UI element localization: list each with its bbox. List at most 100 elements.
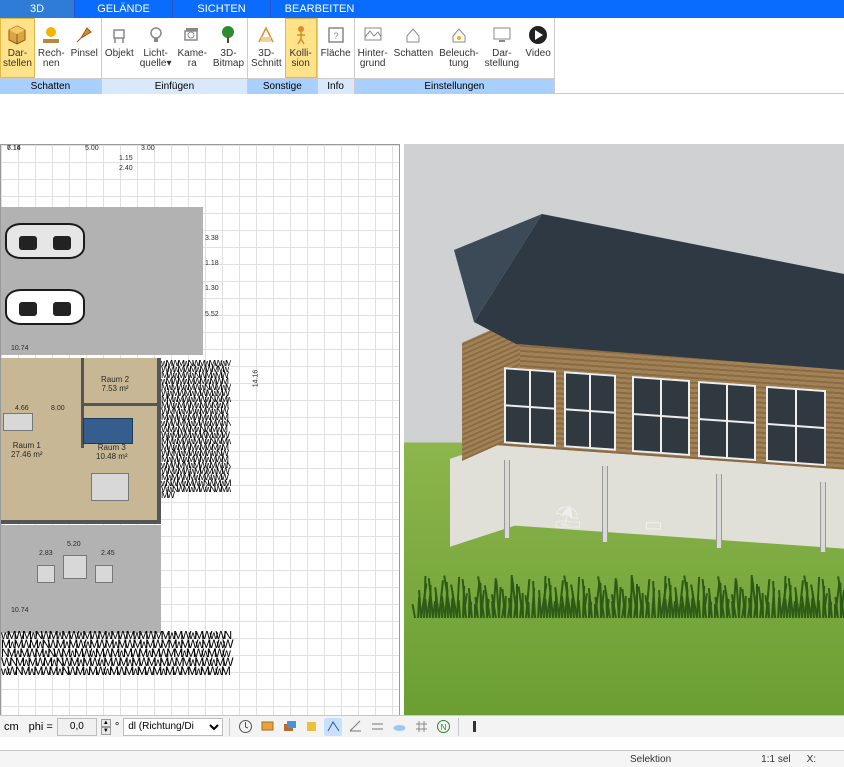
render-3d-viewport[interactable]: ⛱ ▭ xyxy=(404,144,844,718)
objekt-label: Objekt xyxy=(105,49,134,59)
plan-terrace xyxy=(1,525,161,633)
area-icon: ? xyxy=(323,22,349,48)
plan-patio-table xyxy=(63,555,87,579)
bitmap-button[interactable]: 3D- Bitmap xyxy=(210,18,247,78)
layers-icon[interactable] xyxy=(280,718,298,736)
tab-gelaende[interactable]: GELÄNDE xyxy=(74,0,172,18)
dim-label: 7.14 xyxy=(7,145,21,152)
dim-label: 10.74 xyxy=(11,345,29,352)
plan-patio-chair xyxy=(95,565,113,583)
dim-label: 5.00 xyxy=(85,145,99,152)
video-label: Video xyxy=(525,49,550,59)
section-icon xyxy=(253,22,279,48)
info-icon[interactable] xyxy=(465,718,483,736)
snap-ortho-icon[interactable] xyxy=(324,718,342,736)
dim-label: 2.40 xyxy=(119,165,133,172)
north-icon[interactable]: N xyxy=(434,718,452,736)
kamera-button[interactable]: Kame- ra xyxy=(174,18,209,78)
ribbon-group-info: ? Fläche Info xyxy=(318,18,355,94)
house-shadow-icon xyxy=(400,22,426,48)
hintergrund-label: Hinter- grund xyxy=(358,49,388,69)
flaeche-button[interactable]: ? Fläche xyxy=(318,18,354,78)
dim-label: 2.83 xyxy=(39,550,53,557)
status-bar: cm phi = ▲▼ ° dl (Richtung/Di N xyxy=(0,715,844,737)
render-window xyxy=(698,381,756,461)
brush-icon xyxy=(71,22,97,48)
snap-angle-icon[interactable] xyxy=(346,718,364,736)
beleuchtung-label: Beleuch- tung xyxy=(439,49,478,69)
tab-strip: 3D GELÄNDE SICHTEN BEARBEITEN xyxy=(0,0,844,18)
darstellung-button[interactable]: Dar- stellung xyxy=(482,18,522,78)
dim-label: 10.74 xyxy=(11,607,29,614)
tree-icon xyxy=(215,22,241,48)
render-patio-table: ▭ xyxy=(644,512,663,537)
stack-icon[interactable] xyxy=(302,718,320,736)
lichtquelle-button[interactable]: Licht- quelle▾ xyxy=(137,18,175,78)
sonstige-group-label: Sonstige xyxy=(248,78,317,94)
kamera-label: Kame- ra xyxy=(177,49,206,69)
divider xyxy=(229,718,230,736)
render-window xyxy=(632,376,690,456)
plane-icon[interactable] xyxy=(390,718,408,736)
tab-3d[interactable]: 3D xyxy=(0,0,74,18)
room-2-label: Raum 2 7.53 m² xyxy=(101,375,129,393)
ribbon-group-einfuegen: Objekt Licht- quelle▾ Kame- ra 3D- Bitma… xyxy=(102,18,248,94)
ribbon: Dar- stellen Rech- nen Pinsel Schatten O… xyxy=(0,18,844,94)
schnitt-button[interactable]: 3D- Schnitt xyxy=(248,18,285,78)
ribbon-group-einstellungen: Hinter- grund Schatten Beleuch- tung Dar… xyxy=(355,18,555,94)
pinsel-label: Pinsel xyxy=(71,49,98,59)
plan-hedge: wMWMwNWMwMWwMWMwMWMwMWMMwMWwMWwNWMwMWwMW… xyxy=(161,360,231,630)
unit-label: cm xyxy=(4,721,19,733)
plan-wall xyxy=(81,403,161,406)
direction-dropdown[interactable]: dl (Richtung/Di xyxy=(123,718,223,736)
monitor-icon xyxy=(489,22,515,48)
snap-para-icon[interactable] xyxy=(368,718,386,736)
plan-patio-chair xyxy=(37,565,55,583)
info-group-label: Info xyxy=(318,78,354,94)
dim-label: 3.38 xyxy=(205,235,219,242)
svg-text:?: ? xyxy=(333,31,338,41)
dim-label: 1.15 xyxy=(119,155,133,162)
landscape-icon xyxy=(360,22,386,48)
video-button[interactable]: Video xyxy=(522,18,554,78)
plan-2d-viewport[interactable]: Raum 1 27.46 m² Raum 2 7.53 m² Raum 3 10… xyxy=(0,144,400,718)
svg-text:N: N xyxy=(440,723,446,732)
schnitt-label: 3D- Schnitt xyxy=(251,49,282,69)
footer-bar: Selektion 1:1 sel X: xyxy=(0,750,844,767)
tab-bearbeiten[interactable]: BEARBEITEN xyxy=(270,0,368,18)
room-3-label: Raum 3 10.48 m² xyxy=(96,443,128,461)
beleuchtung-button[interactable]: Beleuch- tung xyxy=(436,18,481,78)
tab-sichten[interactable]: SICHTEN xyxy=(172,0,270,18)
schatten-button[interactable]: Schatten xyxy=(391,18,436,78)
render-pillar xyxy=(602,466,608,542)
phi-input[interactable] xyxy=(57,718,97,736)
sun-icon xyxy=(38,22,64,48)
bitmap-label: 3D- Bitmap xyxy=(213,49,244,69)
clock-icon[interactable] xyxy=(236,718,254,736)
selektion-label: Selektion xyxy=(630,754,671,765)
ribbon-group-sonstige: 3D- Schnitt Kolli- sion Sonstige xyxy=(248,18,318,94)
camera-icon xyxy=(179,22,205,48)
hintergrund-button[interactable]: Hinter- grund xyxy=(355,18,391,78)
dim-label: 1.30 xyxy=(205,285,219,292)
play-icon xyxy=(525,22,551,48)
render-pillar xyxy=(504,460,510,538)
person-icon xyxy=(288,22,314,48)
phi-stepper[interactable]: ▲▼ xyxy=(101,719,111,735)
kollision-button[interactable]: Kolli- sion xyxy=(285,18,317,78)
rechnen-button[interactable]: Rech- nen xyxy=(35,18,68,78)
darstellen-button[interactable]: Dar- stellen xyxy=(0,18,35,78)
objekt-button[interactable]: Objekt xyxy=(102,18,137,78)
render-pillar xyxy=(820,482,826,552)
screen-icon[interactable] xyxy=(258,718,276,736)
bulb-icon xyxy=(143,22,169,48)
render-patio-chair: ⛱ xyxy=(554,504,582,530)
pinsel-button[interactable]: Pinsel xyxy=(68,18,101,78)
phi-label: phi = xyxy=(29,721,53,733)
dim-label: 5.20 xyxy=(67,541,81,548)
grid-icon[interactable] xyxy=(412,718,430,736)
render-window xyxy=(766,386,826,466)
dim-label: 8.00 xyxy=(51,405,65,412)
dim-label: 1.18 xyxy=(205,260,219,267)
x-coord-label: X: xyxy=(807,754,816,765)
